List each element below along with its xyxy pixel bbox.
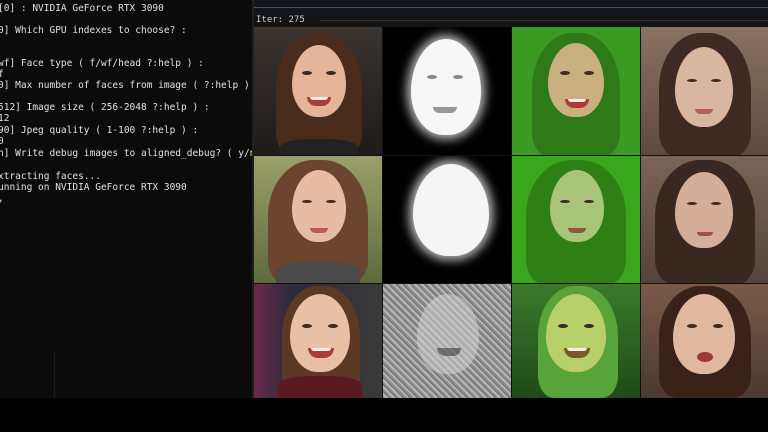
terminal-line: 90] Jpeg quality ( 1-100 ?:help ) : — [0, 125, 199, 136]
iteration-bar: Iter: 275 — [254, 14, 768, 27]
terminal-line: [0] : NVIDIA GeForce RTX 3090 — [0, 3, 164, 14]
source-face-tile — [254, 156, 382, 283]
terminal-scroll-edge — [54, 352, 55, 398]
terminal-line: , — [0, 193, 4, 204]
terminal-line: 0] Which GPU indexes to choose? : — [0, 25, 187, 36]
terminal-line: 0 — [0, 136, 4, 147]
predicted-face-tile — [641, 284, 768, 398]
predicted-face-tile — [641, 156, 768, 283]
terminal-panel[interactable]: [0] : NVIDIA GeForce RTX 3090 0] Which G… — [0, 0, 252, 398]
terminal-line: wf] Face type ( f/wf/head ?:help ) : — [0, 58, 204, 69]
terminal-line: f — [0, 69, 4, 80]
iteration-label: Iter: 275 — [256, 15, 305, 25]
mask-tile — [383, 156, 511, 283]
terminal-line: unning on NVIDIA GeForce RTX 3090 — [0, 182, 187, 193]
noise-map-tile — [383, 284, 511, 398]
bottom-letterbox — [0, 398, 768, 432]
green-overlay-tile — [512, 27, 640, 155]
terminal-line: 0] Max number of faces from image ( ?:he… — [0, 80, 252, 91]
source-face-tile — [254, 27, 382, 155]
predicted-face-tile — [641, 27, 768, 155]
terminal-line: xtracting faces... — [0, 171, 101, 182]
training-preview-window[interactable]: Iter: 275 — [254, 0, 768, 398]
terminal-line: 12 — [0, 113, 10, 124]
terminal-line: 512] Image size ( 256-2048 ?:help ) : — [0, 102, 210, 113]
preview-titlebar[interactable] — [254, 0, 768, 14]
terminal-line: n] Write debug images to aligned_debug? … — [0, 148, 252, 159]
mask-tile — [383, 27, 511, 155]
green-overlay-tile — [512, 156, 640, 283]
preview-grid — [254, 27, 768, 398]
green-overlay-tile — [512, 284, 640, 398]
source-face-tile — [254, 284, 382, 398]
